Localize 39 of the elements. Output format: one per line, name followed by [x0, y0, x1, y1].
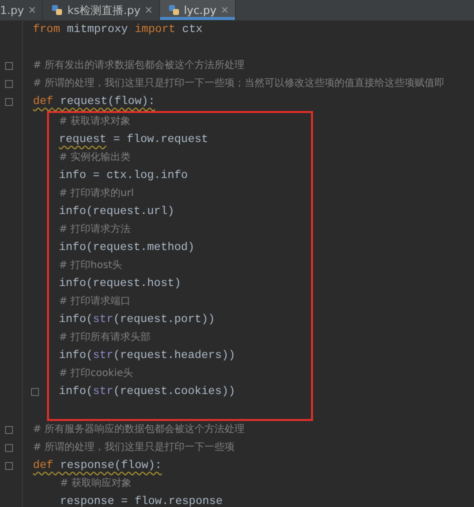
- code-line: # 所有服务器响应的数据包都会被这个方法处理: [32, 422, 245, 437]
- close-icon[interactable]: ×: [220, 4, 229, 16]
- fold-icon[interactable]: [5, 98, 13, 106]
- code-line: request = flow.request: [58, 132, 208, 148]
- fold-icon[interactable]: [5, 426, 13, 434]
- python-file-icon: [51, 4, 64, 16]
- code-line: def request(flow):: [32, 94, 156, 110]
- code-line: info(request.url): [58, 204, 174, 220]
- code-line: info(str(request.port)): [58, 312, 215, 328]
- code-line: # 获取响应对象: [59, 476, 132, 491]
- code-line: # 实例化输出类: [58, 150, 131, 165]
- code-line: # 打印所有请求头部: [58, 330, 151, 345]
- code-line: # 所有发出的请求数据包都会被这个方法所处理: [32, 58, 245, 73]
- code-line: info(str(request.headers)): [58, 348, 236, 364]
- editor-tab[interactable]: lyc.py ×: [160, 0, 236, 20]
- code-line: info(request.method): [58, 240, 195, 256]
- code-line: info(request.host): [58, 276, 182, 292]
- code-line: # 打印请求的url: [58, 186, 134, 201]
- code-line: info = ctx.log.info: [58, 168, 188, 184]
- code-line: # 打印请求方法: [58, 222, 131, 237]
- code-line: # 获取请求对象: [58, 114, 131, 129]
- fold-icon[interactable]: [5, 62, 13, 70]
- editor-tab[interactable]: 1.py ×: [0, 0, 44, 20]
- fold-icon[interactable]: [5, 462, 13, 470]
- fold-icon[interactable]: [5, 444, 13, 452]
- python-file-icon: [168, 4, 180, 16]
- close-icon[interactable]: ×: [144, 4, 153, 16]
- code-line: info(str(request.cookies)): [58, 384, 236, 400]
- close-icon[interactable]: ×: [28, 4, 36, 16]
- code-line: def response(flow):: [32, 458, 162, 474]
- fold-icon[interactable]: [31, 388, 39, 396]
- code-line: # 打印host头: [58, 258, 122, 273]
- code-line: from mitmproxy import ctx: [32, 22, 203, 38]
- code-line: # 打印请求端口: [58, 294, 131, 309]
- code-line: # 所谓的处理，我们这里只是打印一下一些项: [32, 440, 235, 455]
- code-line: # 所谓的处理，我们这里只是打印一下一些项；当然可以修改这些项的值直接给这些项赋值即: [32, 76, 445, 91]
- fold-icon[interactable]: [5, 80, 13, 88]
- code-line: response = flow.response: [59, 494, 223, 507]
- code-line: # 打印cookie头: [58, 366, 134, 381]
